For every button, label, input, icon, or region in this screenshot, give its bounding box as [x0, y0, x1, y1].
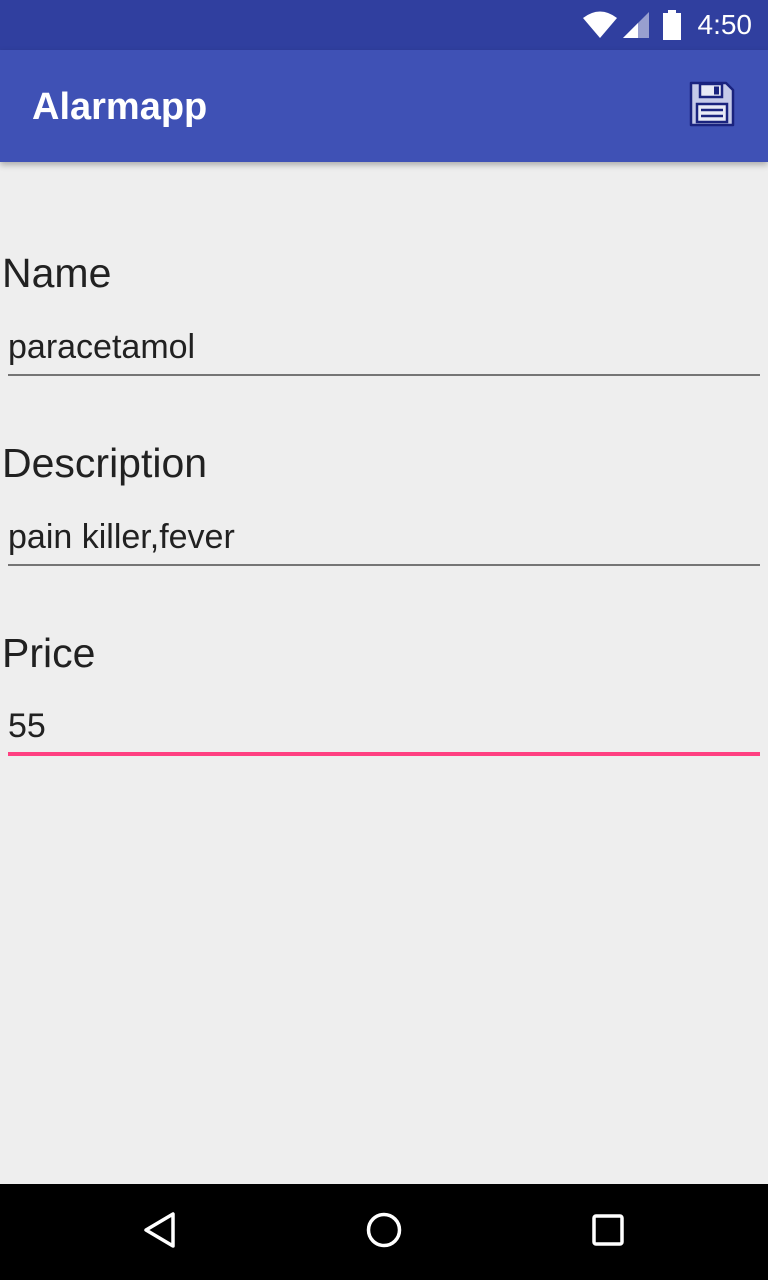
name-field[interactable]: [8, 320, 760, 376]
description-label: Description: [2, 440, 208, 486]
description-field[interactable]: [8, 510, 760, 566]
recents-icon: [588, 1210, 628, 1255]
save-button[interactable]: [680, 74, 744, 138]
app-bar: Alarmapp: [0, 50, 768, 162]
status-icons: 4:50: [582, 0, 753, 50]
price-field[interactable]: [8, 700, 760, 756]
back-icon: [140, 1210, 180, 1255]
battery-icon: [662, 10, 682, 40]
navigation-bar: [0, 1184, 768, 1280]
home-icon: [364, 1210, 404, 1255]
name-label: Name: [2, 250, 112, 296]
price-label: Price: [2, 630, 96, 676]
save-icon: [688, 80, 736, 133]
back-button[interactable]: [136, 1208, 184, 1256]
home-button[interactable]: [360, 1208, 408, 1256]
status-bar: 4:50: [0, 0, 768, 50]
recents-button[interactable]: [584, 1208, 632, 1256]
signal-icon: [622, 11, 650, 39]
wifi-icon: [582, 11, 618, 39]
form-content: Name Description Price: [0, 162, 768, 1184]
app-title: Alarmapp: [32, 86, 208, 128]
status-time: 4:50: [697, 9, 753, 40]
